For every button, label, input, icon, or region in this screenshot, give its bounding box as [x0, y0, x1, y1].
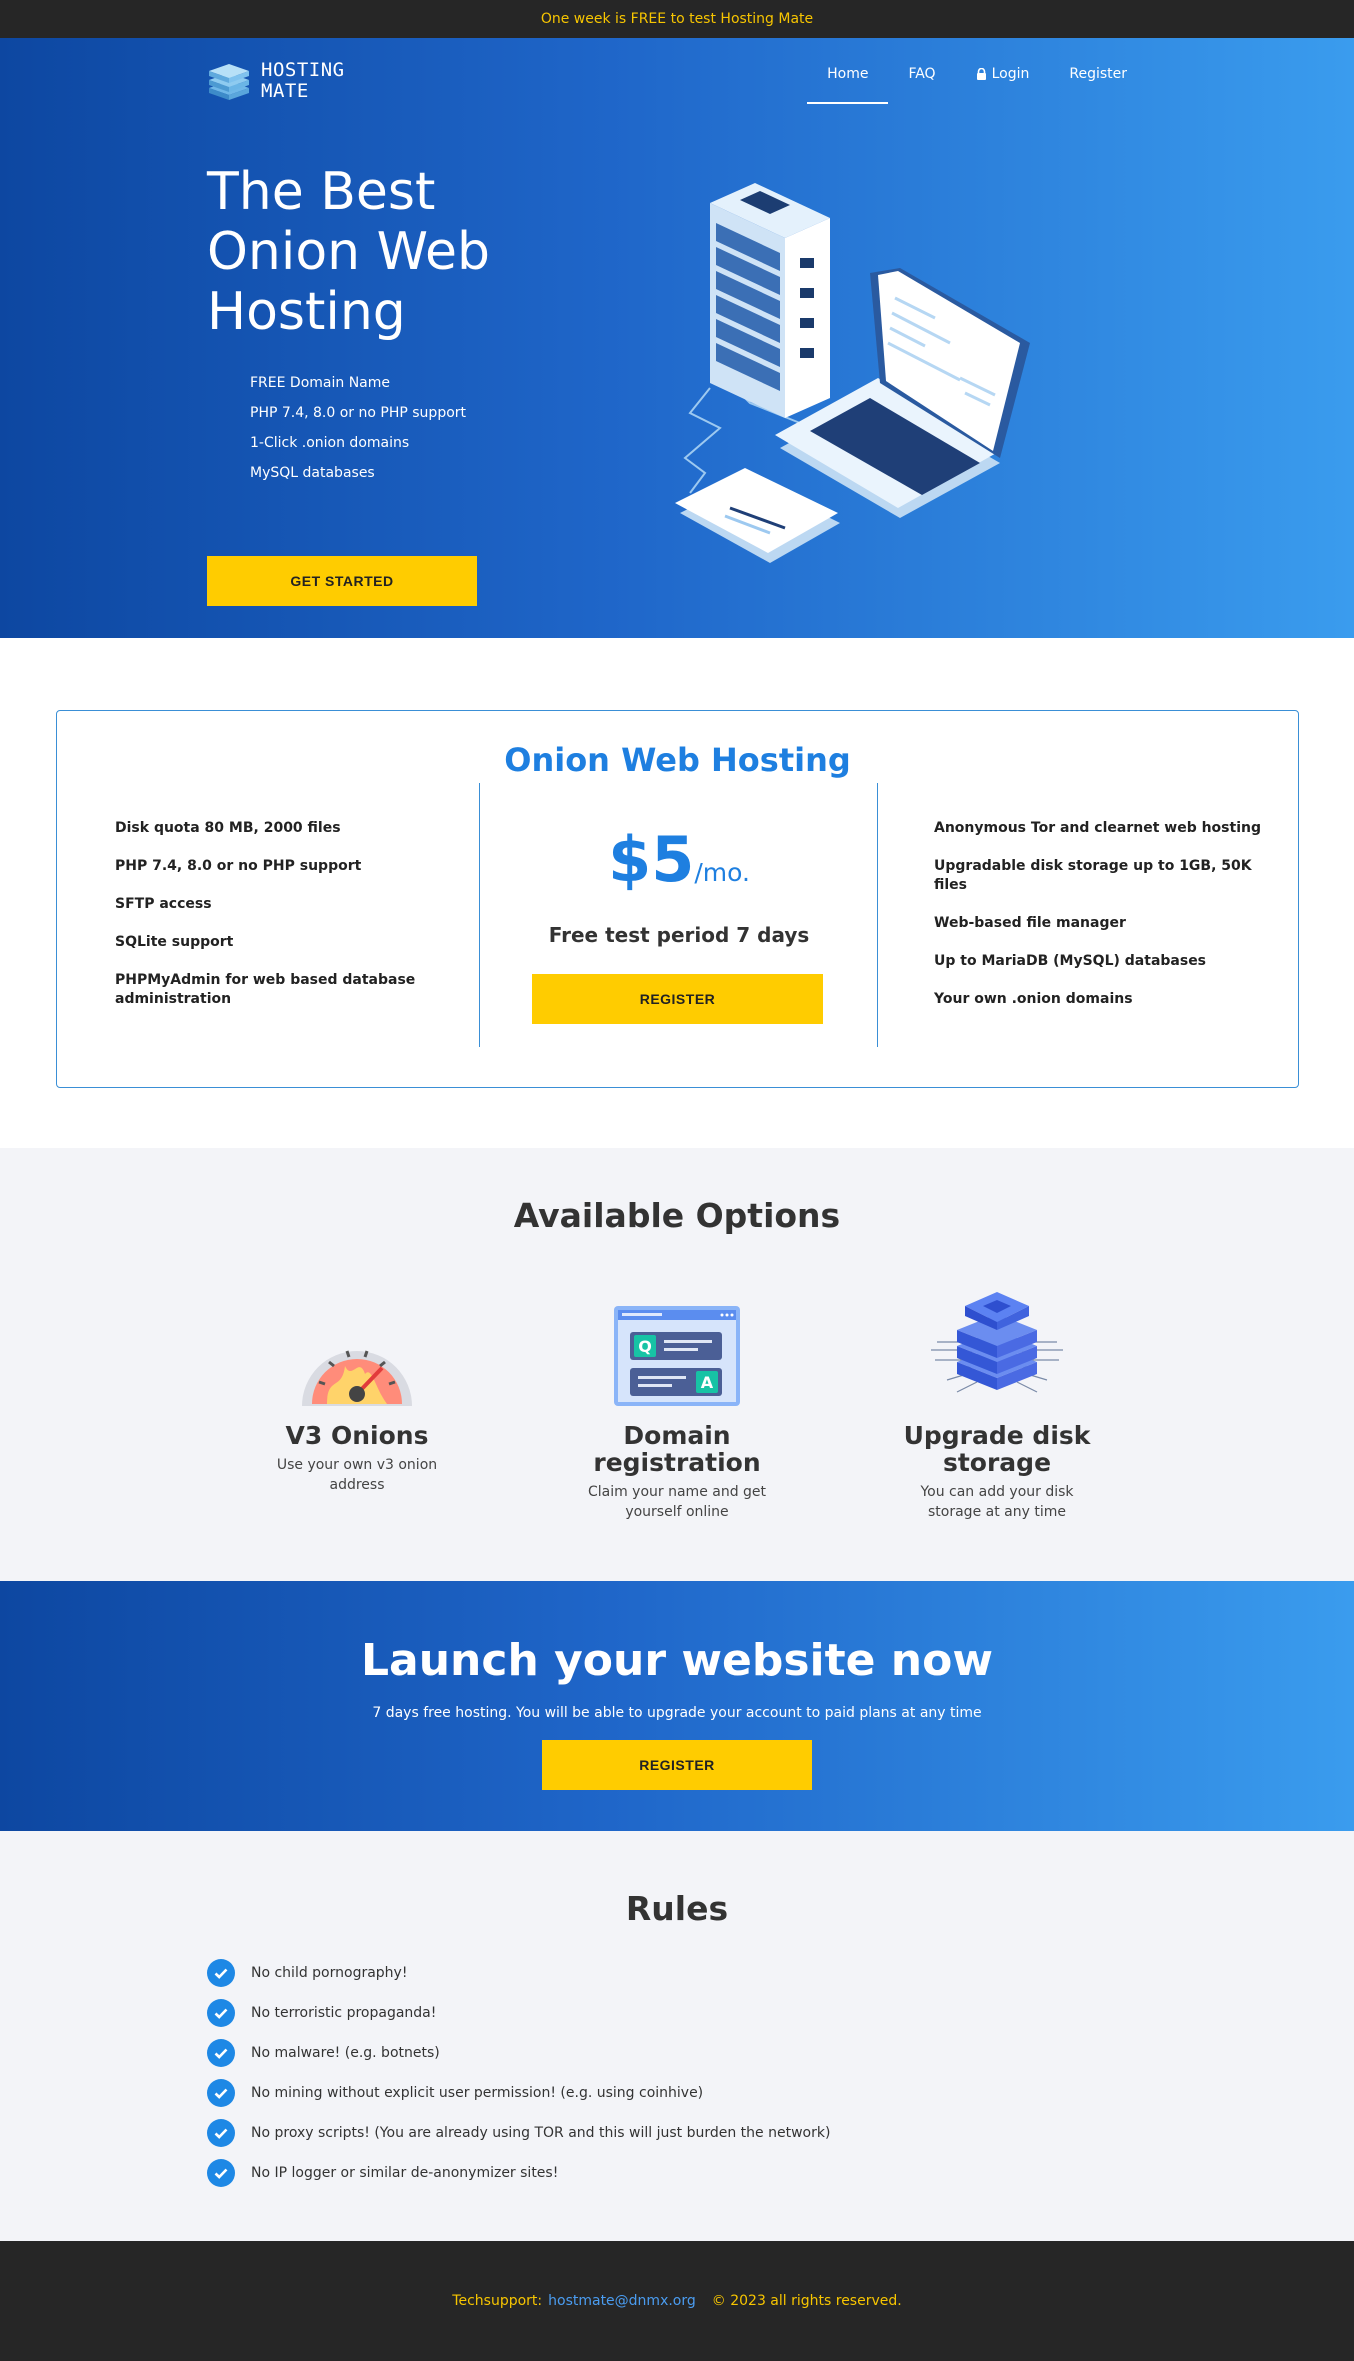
nav-login-label: Login: [991, 66, 1030, 82]
option-name: V3 Onions: [285, 1421, 429, 1450]
pricing-feature: PHP 7.4, 8.0 or no PHP support: [115, 858, 362, 874]
launch-section: Launch your website now 7 days free host…: [0, 1581, 1354, 1831]
rules-title: Rules: [625, 1889, 729, 1928]
svg-text:A: A: [701, 1373, 714, 1392]
support-email-link[interactable]: hostmate@dnmx.org: [548, 2293, 696, 2309]
launch-title: Launch your website now: [360, 1635, 993, 1686]
hero-feature-list: FREE Domain Name PHP 7.4, 8.0 or no PHP …: [250, 368, 466, 488]
logo-line-1: HOSTING: [261, 59, 345, 81]
get-started-button[interactable]: GET STARTED: [207, 556, 477, 606]
nav-login[interactable]: Login: [956, 60, 1050, 104]
speedometer-icon: [302, 1350, 412, 1406]
rule-text: No mining without explicit user permissi…: [251, 2085, 704, 2101]
footer: Techsupport: hostmate@dnmx.org © 2023 al…: [0, 2241, 1354, 2361]
hero-feature: PHP 7.4, 8.0 or no PHP support: [250, 405, 467, 421]
logo-line-2: MATE: [261, 80, 309, 102]
pricing-divider-right: [877, 783, 878, 1047]
pricing-card: Onion Web Hosting Disk quota 80 MB, 2000…: [56, 710, 1299, 1088]
nav-register[interactable]: Register: [1049, 60, 1147, 104]
check-circle-icon: [207, 1999, 235, 2027]
layers-logo-icon: [209, 64, 249, 100]
svg-text:Q: Q: [638, 1337, 652, 1356]
rule-item: No child pornography!: [207, 1953, 830, 1993]
rule-text: No child pornography!: [251, 1965, 408, 1981]
pricing-section: Onion Web Hosting Disk quota 80 MB, 2000…: [0, 638, 1354, 1148]
options-section: Available Options V3 Onions Use your own…: [0, 1148, 1354, 1581]
hero-feature: FREE Domain Name: [250, 375, 390, 391]
price-unit: /mo.: [694, 858, 750, 887]
rule-item: No terroristic propaganda!: [207, 1993, 830, 2033]
pricing-feature: SFTP access: [115, 896, 212, 912]
pricing-feature: Upgradable disk storage up to 1GB, 50K f…: [934, 858, 1252, 893]
options-title: Available Options: [513, 1196, 841, 1235]
hero-feature: MySQL databases: [250, 465, 375, 481]
price-display: $5/mo.: [479, 823, 879, 896]
option-card: Upgrade disk storage You can add your di…: [892, 1288, 1102, 1522]
rules-list: No child pornography! No terroristic pro…: [207, 1953, 830, 2193]
check-circle-icon: [207, 2039, 235, 2067]
hero-feature: 1-Click .onion domains: [250, 435, 410, 451]
copyright-text: © 2023 all rights reserved.: [711, 2293, 902, 2309]
check-circle-icon: [207, 2079, 235, 2107]
hero-section: HOSTING MATE Home FAQ Login Register The…: [0, 38, 1354, 638]
rule-text: No terroristic propaganda!: [251, 2005, 437, 2021]
pricing-feature: Web-based file manager: [934, 915, 1126, 931]
rule-item: No proxy scripts! (You are already using…: [207, 2113, 830, 2153]
rule-item: No malware! (e.g. botnets): [207, 2033, 830, 2073]
pricing-feature: PHPMyAdmin for web based database admini…: [115, 972, 416, 1007]
server-laptop-illustration: [675, 183, 1030, 563]
launch-register-button[interactable]: REGISTER: [542, 1740, 812, 1790]
nav-links: Home FAQ Login Register: [807, 60, 1147, 104]
check-circle-icon: [207, 1959, 235, 1987]
option-name: Upgrade disk storage: [903, 1421, 1091, 1477]
price-amount: $5: [608, 823, 695, 896]
server-stack-icon: [931, 1292, 1063, 1393]
check-circle-icon: [207, 2159, 235, 2187]
option-desc: Use your own v3 onion address: [276, 1457, 438, 1493]
pricing-register-button[interactable]: REGISTER: [532, 974, 823, 1024]
rule-text: No proxy scripts! (You are already using…: [251, 2125, 831, 2141]
nav-faq[interactable]: FAQ: [888, 60, 955, 104]
qa-window-icon: Q A: [614, 1306, 740, 1406]
pricing-feature: Disk quota 80 MB, 2000 files: [115, 820, 341, 836]
check-circle-icon: [207, 2119, 235, 2147]
pricing-title: Onion Web Hosting: [504, 741, 851, 779]
rules-section: Rules No child pornography! No terrorist…: [0, 1831, 1354, 2241]
option-name: Domain registration: [593, 1421, 761, 1477]
pricing-feature: Up to MariaDB (MySQL) databases: [934, 953, 1207, 969]
option-desc: You can add your disk storage at any tim…: [920, 1484, 1074, 1520]
main-nav: HOSTING MATE Home FAQ Login Register: [207, 60, 1147, 118]
launch-subtitle: 7 days free hosting. You will be able to…: [372, 1705, 982, 1721]
footer-label: Techsupport:: [452, 2293, 543, 2309]
logo-text: HOSTING MATE: [261, 60, 345, 102]
nav-home[interactable]: Home: [807, 60, 889, 104]
promo-text: One week is FREE to test Hosting Mate: [540, 11, 814, 27]
rule-text: No IP logger or similar de-anonymizer si…: [251, 2165, 559, 2181]
pricing-feature-list-left: Disk quota 80 MB, 2000 files PHP 7.4, 8.…: [115, 819, 445, 1028]
hero-title: The Best Onion Web Hosting: [207, 162, 491, 342]
logo[interactable]: HOSTING MATE: [207, 60, 345, 102]
pricing-feature: SQLite support: [115, 934, 234, 950]
trial-text: Free test period 7 days: [548, 923, 810, 947]
option-card: V3 Onions Use your own v3 onion address: [252, 1288, 462, 1495]
option-card: Q A Domain registration Claim your name …: [572, 1288, 782, 1522]
promo-bar: One week is FREE to test Hosting Mate: [0, 0, 1354, 38]
rule-text: No malware! (e.g. botnets): [251, 2045, 440, 2061]
rule-item: No IP logger or similar de-anonymizer si…: [207, 2153, 830, 2193]
pricing-feature: Anonymous Tor and clearnet web hosting: [934, 820, 1261, 836]
lock-icon: [976, 68, 986, 80]
pricing-feature-list-right: Anonymous Tor and clearnet web hosting U…: [934, 819, 1274, 1028]
rule-item: No mining without explicit user permissi…: [207, 2073, 830, 2113]
option-desc: Claim your name and get yourself online: [587, 1484, 767, 1520]
pricing-feature: Your own .onion domains: [934, 991, 1133, 1007]
